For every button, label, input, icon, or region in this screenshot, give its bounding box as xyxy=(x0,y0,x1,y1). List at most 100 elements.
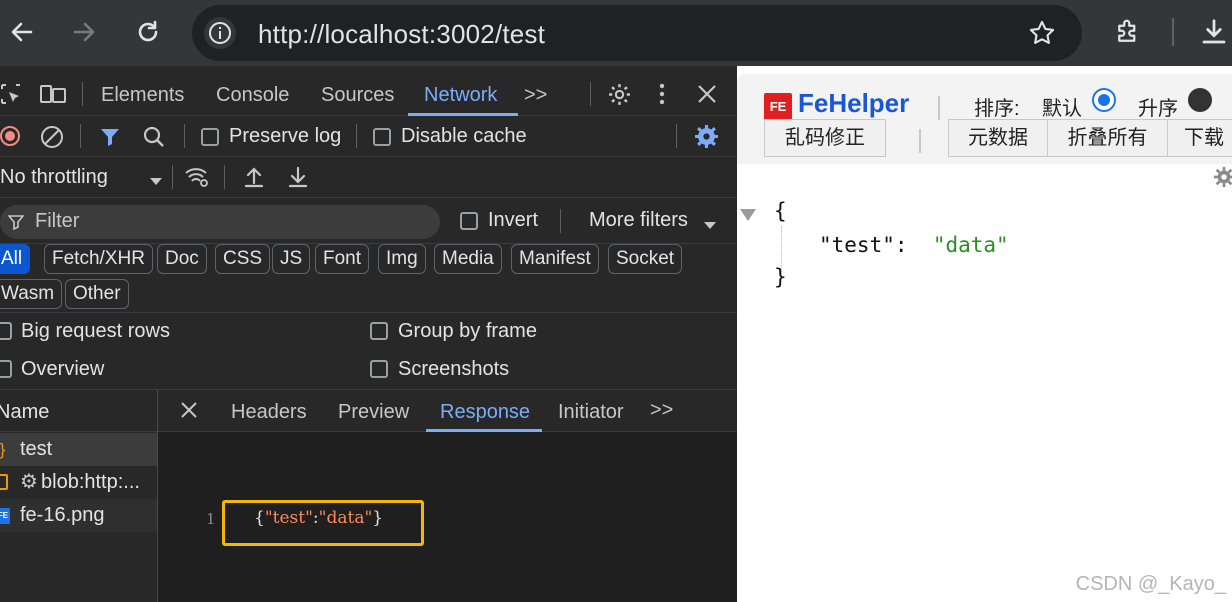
request-name: test xyxy=(20,438,53,460)
divider xyxy=(224,165,225,189)
sort-default-label: 默认 xyxy=(1042,98,1082,120)
kebab-menu-icon[interactable] xyxy=(657,82,667,111)
chip-font[interactable]: Font xyxy=(315,244,370,274)
inspect-element-icon[interactable] xyxy=(0,83,22,110)
chip-socket[interactable]: Socket xyxy=(608,244,683,274)
disable-cache-label: Disable cache xyxy=(401,125,527,147)
chip-img[interactable]: Img xyxy=(378,244,426,274)
document-icon xyxy=(0,474,8,490)
search-icon[interactable] xyxy=(142,125,166,154)
divider xyxy=(0,312,737,313)
invert-label: Invert xyxy=(488,209,539,231)
chevron-down-icon[interactable] xyxy=(150,173,162,191)
preserve-log-checkbox[interactable] xyxy=(201,128,219,146)
big-request-rows-label: Big request rows xyxy=(21,320,170,342)
more-filters-button[interactable]: More filters xyxy=(589,209,688,232)
tab-initiator[interactable]: Initiator xyxy=(558,401,624,424)
tab-response[interactable]: Response xyxy=(440,401,530,424)
close-details-icon[interactable] xyxy=(180,401,198,424)
device-toolbar-icon[interactable] xyxy=(40,83,66,110)
chip-css[interactable]: CSS xyxy=(215,244,271,274)
divider xyxy=(356,124,357,148)
chevron-down-icon[interactable] xyxy=(704,217,716,235)
chip-all[interactable]: All xyxy=(0,244,31,274)
chip-fetch-xhr[interactable]: Fetch/XHR xyxy=(44,244,153,274)
tab-console[interactable]: Console xyxy=(216,84,289,107)
more-tabs-button[interactable]: >> xyxy=(524,84,547,107)
site-info-icon[interactable] xyxy=(204,17,236,49)
tab-preview[interactable]: Preview xyxy=(338,401,409,424)
extensions-icon[interactable] xyxy=(1110,14,1146,50)
request-row-fe16[interactable]: FE fe-16.png xyxy=(0,499,157,532)
throttling-select[interactable]: No throttling xyxy=(0,166,108,189)
more-detail-tabs-button[interactable]: >> xyxy=(650,399,673,422)
settings-gear-icon[interactable] xyxy=(607,82,632,112)
tab-network[interactable]: Network xyxy=(424,84,497,107)
json-colon: : xyxy=(894,233,908,257)
requests-list: Name {} test ⚙ blob:http:... FE fe-16.pn… xyxy=(0,390,157,602)
sort-default-radio[interactable] xyxy=(1092,88,1116,112)
metadata-button[interactable]: 元数据 xyxy=(948,119,1048,157)
divider xyxy=(919,129,921,153)
filter-funnel-icon[interactable] xyxy=(98,125,122,154)
url-text[interactable]: http://localhost:3002/test xyxy=(258,19,545,50)
image-file-icon: FE xyxy=(0,508,10,524)
export-har-icon[interactable] xyxy=(286,165,310,194)
network-settings-gear-icon[interactable] xyxy=(694,124,719,154)
filter-input[interactable]: Filter xyxy=(0,205,440,239)
screenshots-checkbox[interactable] xyxy=(370,360,388,378)
invert-checkbox[interactable] xyxy=(460,212,478,230)
chip-wasm[interactable]: Wasm xyxy=(0,279,63,309)
clear-icon[interactable] xyxy=(40,125,64,154)
address-bar[interactable]: http://localhost:3002/test xyxy=(192,5,1082,61)
chip-manifest[interactable]: Manifest xyxy=(511,244,599,274)
filter-placeholder: Filter xyxy=(35,210,80,232)
filter-row: Filter Invert More filters xyxy=(0,198,737,244)
json-key: "test" xyxy=(819,233,895,257)
forward-icon[interactable] xyxy=(66,14,102,50)
back-icon[interactable] xyxy=(4,14,40,50)
tab-sources[interactable]: Sources xyxy=(321,84,394,107)
settings-gear-icon[interactable] xyxy=(1213,166,1232,193)
json-open-brace: { xyxy=(774,199,787,223)
divider xyxy=(80,124,81,148)
sort-asc-label: 升序 xyxy=(1138,98,1178,120)
big-request-rows-checkbox[interactable] xyxy=(0,322,12,340)
record-stop-icon[interactable] xyxy=(0,125,22,152)
disable-cache-checkbox[interactable] xyxy=(373,128,391,146)
network-toolbar: Preserve log Disable cache xyxy=(0,116,737,157)
browser-toolbar: http://localhost:3002/test xyxy=(0,0,1232,66)
reload-icon[interactable] xyxy=(130,14,166,50)
group-by-frame-checkbox[interactable] xyxy=(370,322,388,340)
import-har-icon[interactable] xyxy=(242,165,266,194)
screenshots-label: Screenshots xyxy=(398,358,510,380)
download-button[interactable]: 下载 xyxy=(1167,119,1232,157)
devtools-tab-bar: Elements Console Sources Network >> xyxy=(0,74,737,116)
request-row-test[interactable]: {} test xyxy=(0,433,157,466)
fetch-request-icon: {} xyxy=(0,440,6,459)
tab-headers[interactable]: Headers xyxy=(231,401,307,424)
name-column-header[interactable]: Name xyxy=(0,390,157,432)
close-devtools-icon[interactable] xyxy=(696,83,718,110)
sort-asc-radio[interactable] xyxy=(1188,88,1212,112)
chip-js[interactable]: JS xyxy=(272,244,311,274)
chip-doc[interactable]: Doc xyxy=(157,244,207,274)
fold-all-button[interactable]: 折叠所有 xyxy=(1047,119,1168,157)
tab-divider xyxy=(82,82,83,106)
request-row-blob[interactable]: ⚙ blob:http:... xyxy=(0,466,157,499)
request-detail-tabs: Headers Preview Response Initiator >> xyxy=(158,390,737,432)
fix-encoding-button[interactable]: 乱码修正 xyxy=(764,119,886,157)
collapse-triangle-icon[interactable] xyxy=(739,208,757,227)
throttling-row: No throttling xyxy=(0,157,737,198)
network-conditions-icon[interactable] xyxy=(184,165,210,194)
chip-media[interactable]: Media xyxy=(434,244,502,274)
overview-checkbox[interactable] xyxy=(0,360,12,378)
request-name: fe-16.png xyxy=(20,504,105,526)
tab-elements[interactable]: Elements xyxy=(101,84,184,107)
group-by-frame-label: Group by frame xyxy=(398,320,537,342)
download-icon[interactable] xyxy=(1196,14,1232,50)
filter-funnel-icon xyxy=(7,214,25,235)
bookmark-star-icon[interactable] xyxy=(1028,19,1056,52)
request-name: blob:http:... xyxy=(41,471,140,493)
chip-other[interactable]: Other xyxy=(65,279,129,309)
